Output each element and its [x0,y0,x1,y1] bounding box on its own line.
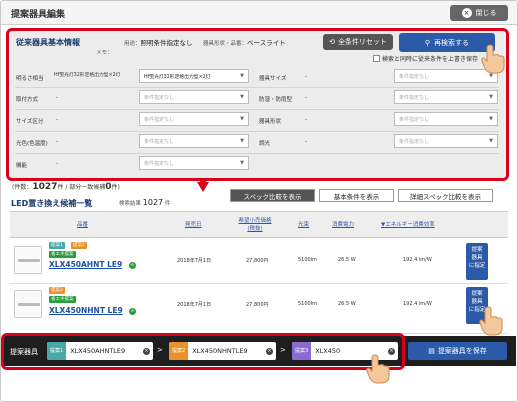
badge-proposal-2: 提案2 [49,287,65,294]
save-proposal-button[interactable]: ▤ 提案器具を保存 [408,342,507,360]
col-header-lumen[interactable]: 光束 [298,220,309,228]
search-result-total: 検索結果 1027 件 [119,198,170,207]
close-button[interactable]: × 閉じる [450,5,508,21]
eco-icon: e [129,308,136,315]
col-header-efficiency[interactable]: ▼エネルギー消費効率 [381,220,435,228]
col-header-price[interactable]: 希望小売価格(税抜) [238,216,272,232]
cell-power: 26.5 W [338,301,356,307]
candidate-list-title: LED置き換え候補一覧 [11,199,93,208]
hand-pointer-icon [481,44,505,74]
hit-suffix: 件) [111,184,120,191]
col-header-release-date[interactable]: 発売日 [185,220,202,228]
close-icon: × [461,8,472,18]
save-icon: ▤ [428,347,435,355]
cell-power: 26.5 W [338,257,356,263]
col-header-model[interactable]: 品番 [77,220,88,228]
hit-prefix: (件数： [12,184,33,191]
hand-pointer-icon [366,354,390,384]
hand-pointer-icon [479,306,503,336]
save-label: 提案器具を保存 [437,347,487,355]
product-link[interactable]: XLX450AHNT LE9 [49,260,122,269]
product-thumbnail [14,290,42,318]
badge-eco: 省エネ提案 [49,296,76,303]
cell-price: 27,800円 [246,302,269,308]
cell-efficiency: 192.4 lm/W [403,301,432,307]
eco-icon: e [129,262,136,269]
col-header-power[interactable]: 消費電力 [332,220,354,228]
hit-count-total: 1027 [32,182,58,192]
hit-mid: 件 / 部分一致候補 [57,184,106,191]
hit-count: (件数：1027件 / 部分一致候補0件) [12,182,120,192]
propose-line: 提案 [471,247,483,253]
tab-basic-conditions[interactable]: 基本条件を表示 [319,189,394,202]
badge-proposal-1: 提案1 [49,242,65,249]
propose-line: 器具 [471,255,483,261]
propose-line: 提案 [471,291,483,297]
tab-detail-spec-compare[interactable]: 詳細スペック比較を表示 [398,189,493,202]
propose-line: に指定 [468,263,486,269]
cell-release-date: 2018年7月1日 [177,258,212,264]
cell-price: 27,800円 [246,258,269,264]
cell-efficiency: 192.4 lm/W [403,257,432,263]
dialog-titlebar [1,1,517,25]
result-label: 検索結果 [119,201,142,207]
product-thumbnail [14,246,42,274]
close-button-label: 閉じる [475,9,497,17]
set-proposal-button[interactable]: 提案 器具 に指定 [466,243,488,280]
propose-line: 器具 [471,299,483,305]
cell-lumen: 5100lm [298,301,317,307]
dialog: 提案器具編集 × 閉じる 従来器具基本情報 用途：照明条件指定なし 器具形状・品… [0,0,518,402]
tab-spec-compare[interactable]: スペック比較を表示 [230,189,315,202]
result-count: 1027 [142,198,164,207]
badge-proposal-2: 提案2 [71,242,87,249]
cell-release-date: 2018年7月1日 [177,302,212,308]
highlight-box [6,28,509,181]
result-unit: 件 [164,201,171,207]
down-arrow-icon [197,182,209,192]
dialog-title: 提案器具編集 [11,10,66,20]
product-link[interactable]: XLX450NHNT LE9 [49,306,123,315]
highlight-box [1,333,405,370]
badge-eco: 省エネ提案 [49,251,76,258]
cell-lumen: 5100lm [298,257,317,263]
